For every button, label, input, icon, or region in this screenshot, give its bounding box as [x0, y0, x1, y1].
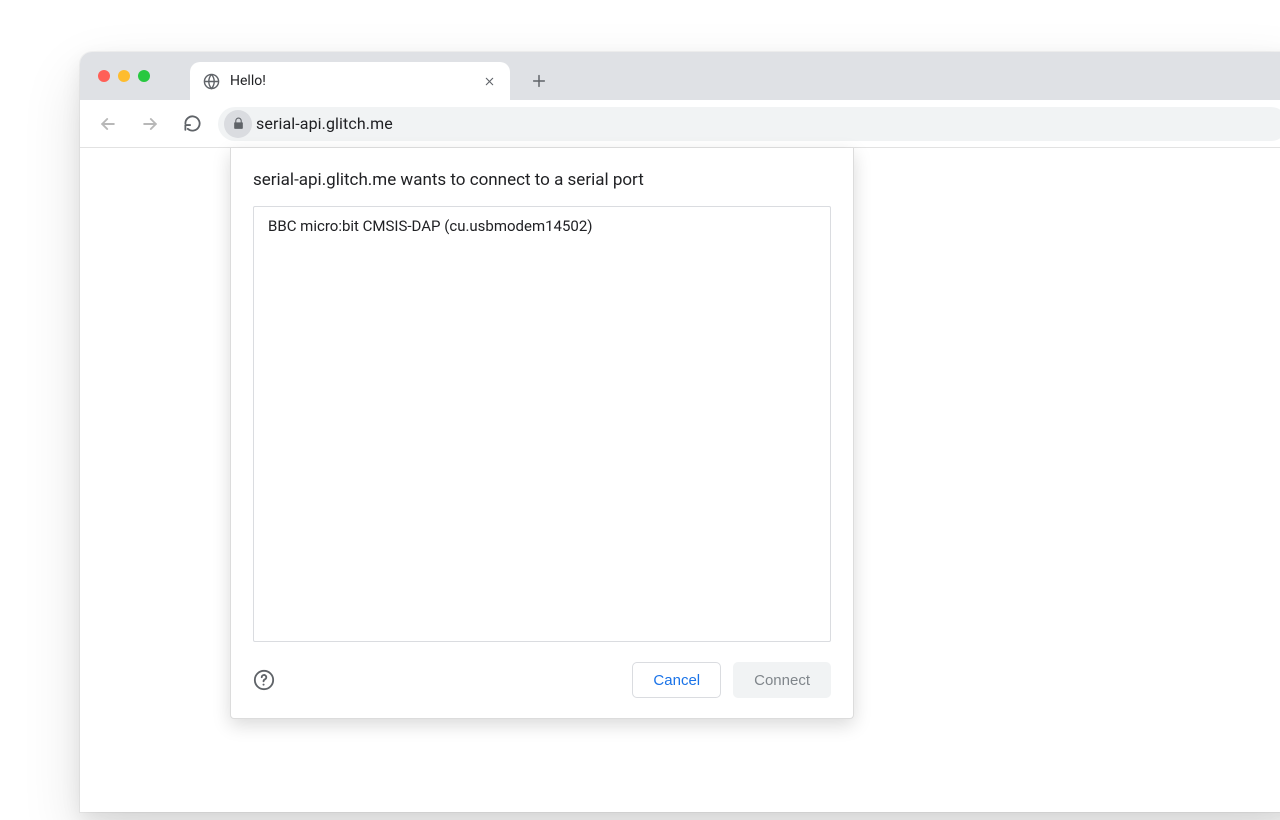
cancel-button[interactable]: Cancel: [632, 662, 721, 698]
url-text: serial-api.glitch.me: [256, 114, 393, 133]
tab-close-button[interactable]: [480, 72, 498, 90]
lock-icon: [232, 117, 245, 130]
arrow-left-icon: [98, 114, 118, 134]
help-icon: [253, 669, 275, 691]
connect-button[interactable]: Connect: [733, 662, 831, 698]
arrow-right-icon: [140, 114, 160, 134]
window-controls: [98, 70, 150, 82]
back-button[interactable]: [92, 108, 124, 140]
tab-title: Hello!: [230, 73, 266, 89]
plus-icon: [531, 73, 547, 89]
reload-button[interactable]: [176, 108, 208, 140]
browser-window: Hello!: [80, 52, 1280, 812]
close-icon: [484, 76, 495, 87]
device-list[interactable]: BBC micro:bit CMSIS-DAP (cu.usbmodem1450…: [253, 206, 831, 642]
device-item[interactable]: BBC micro:bit CMSIS-DAP (cu.usbmodem1450…: [254, 207, 830, 245]
browser-tab[interactable]: Hello!: [190, 62, 510, 100]
window-close-button[interactable]: [98, 70, 110, 82]
tab-strip: Hello!: [80, 52, 1280, 100]
new-tab-button[interactable]: [524, 66, 554, 96]
address-bar[interactable]: serial-api.glitch.me: [218, 107, 1280, 141]
dialog-title: serial-api.glitch.me wants to connect to…: [253, 170, 831, 190]
window-minimize-button[interactable]: [118, 70, 130, 82]
help-button[interactable]: [253, 669, 275, 691]
browser-toolbar: serial-api.glitch.me: [80, 100, 1280, 148]
serial-port-permission-dialog: serial-api.glitch.me wants to connect to…: [230, 148, 854, 719]
window-maximize-button[interactable]: [138, 70, 150, 82]
forward-button[interactable]: [134, 108, 166, 140]
page-content: serial-api.glitch.me wants to connect to…: [80, 148, 1280, 812]
dialog-footer: Cancel Connect: [253, 662, 831, 698]
site-info-button[interactable]: [224, 110, 252, 138]
globe-icon: [202, 72, 220, 90]
reload-icon: [183, 114, 202, 133]
